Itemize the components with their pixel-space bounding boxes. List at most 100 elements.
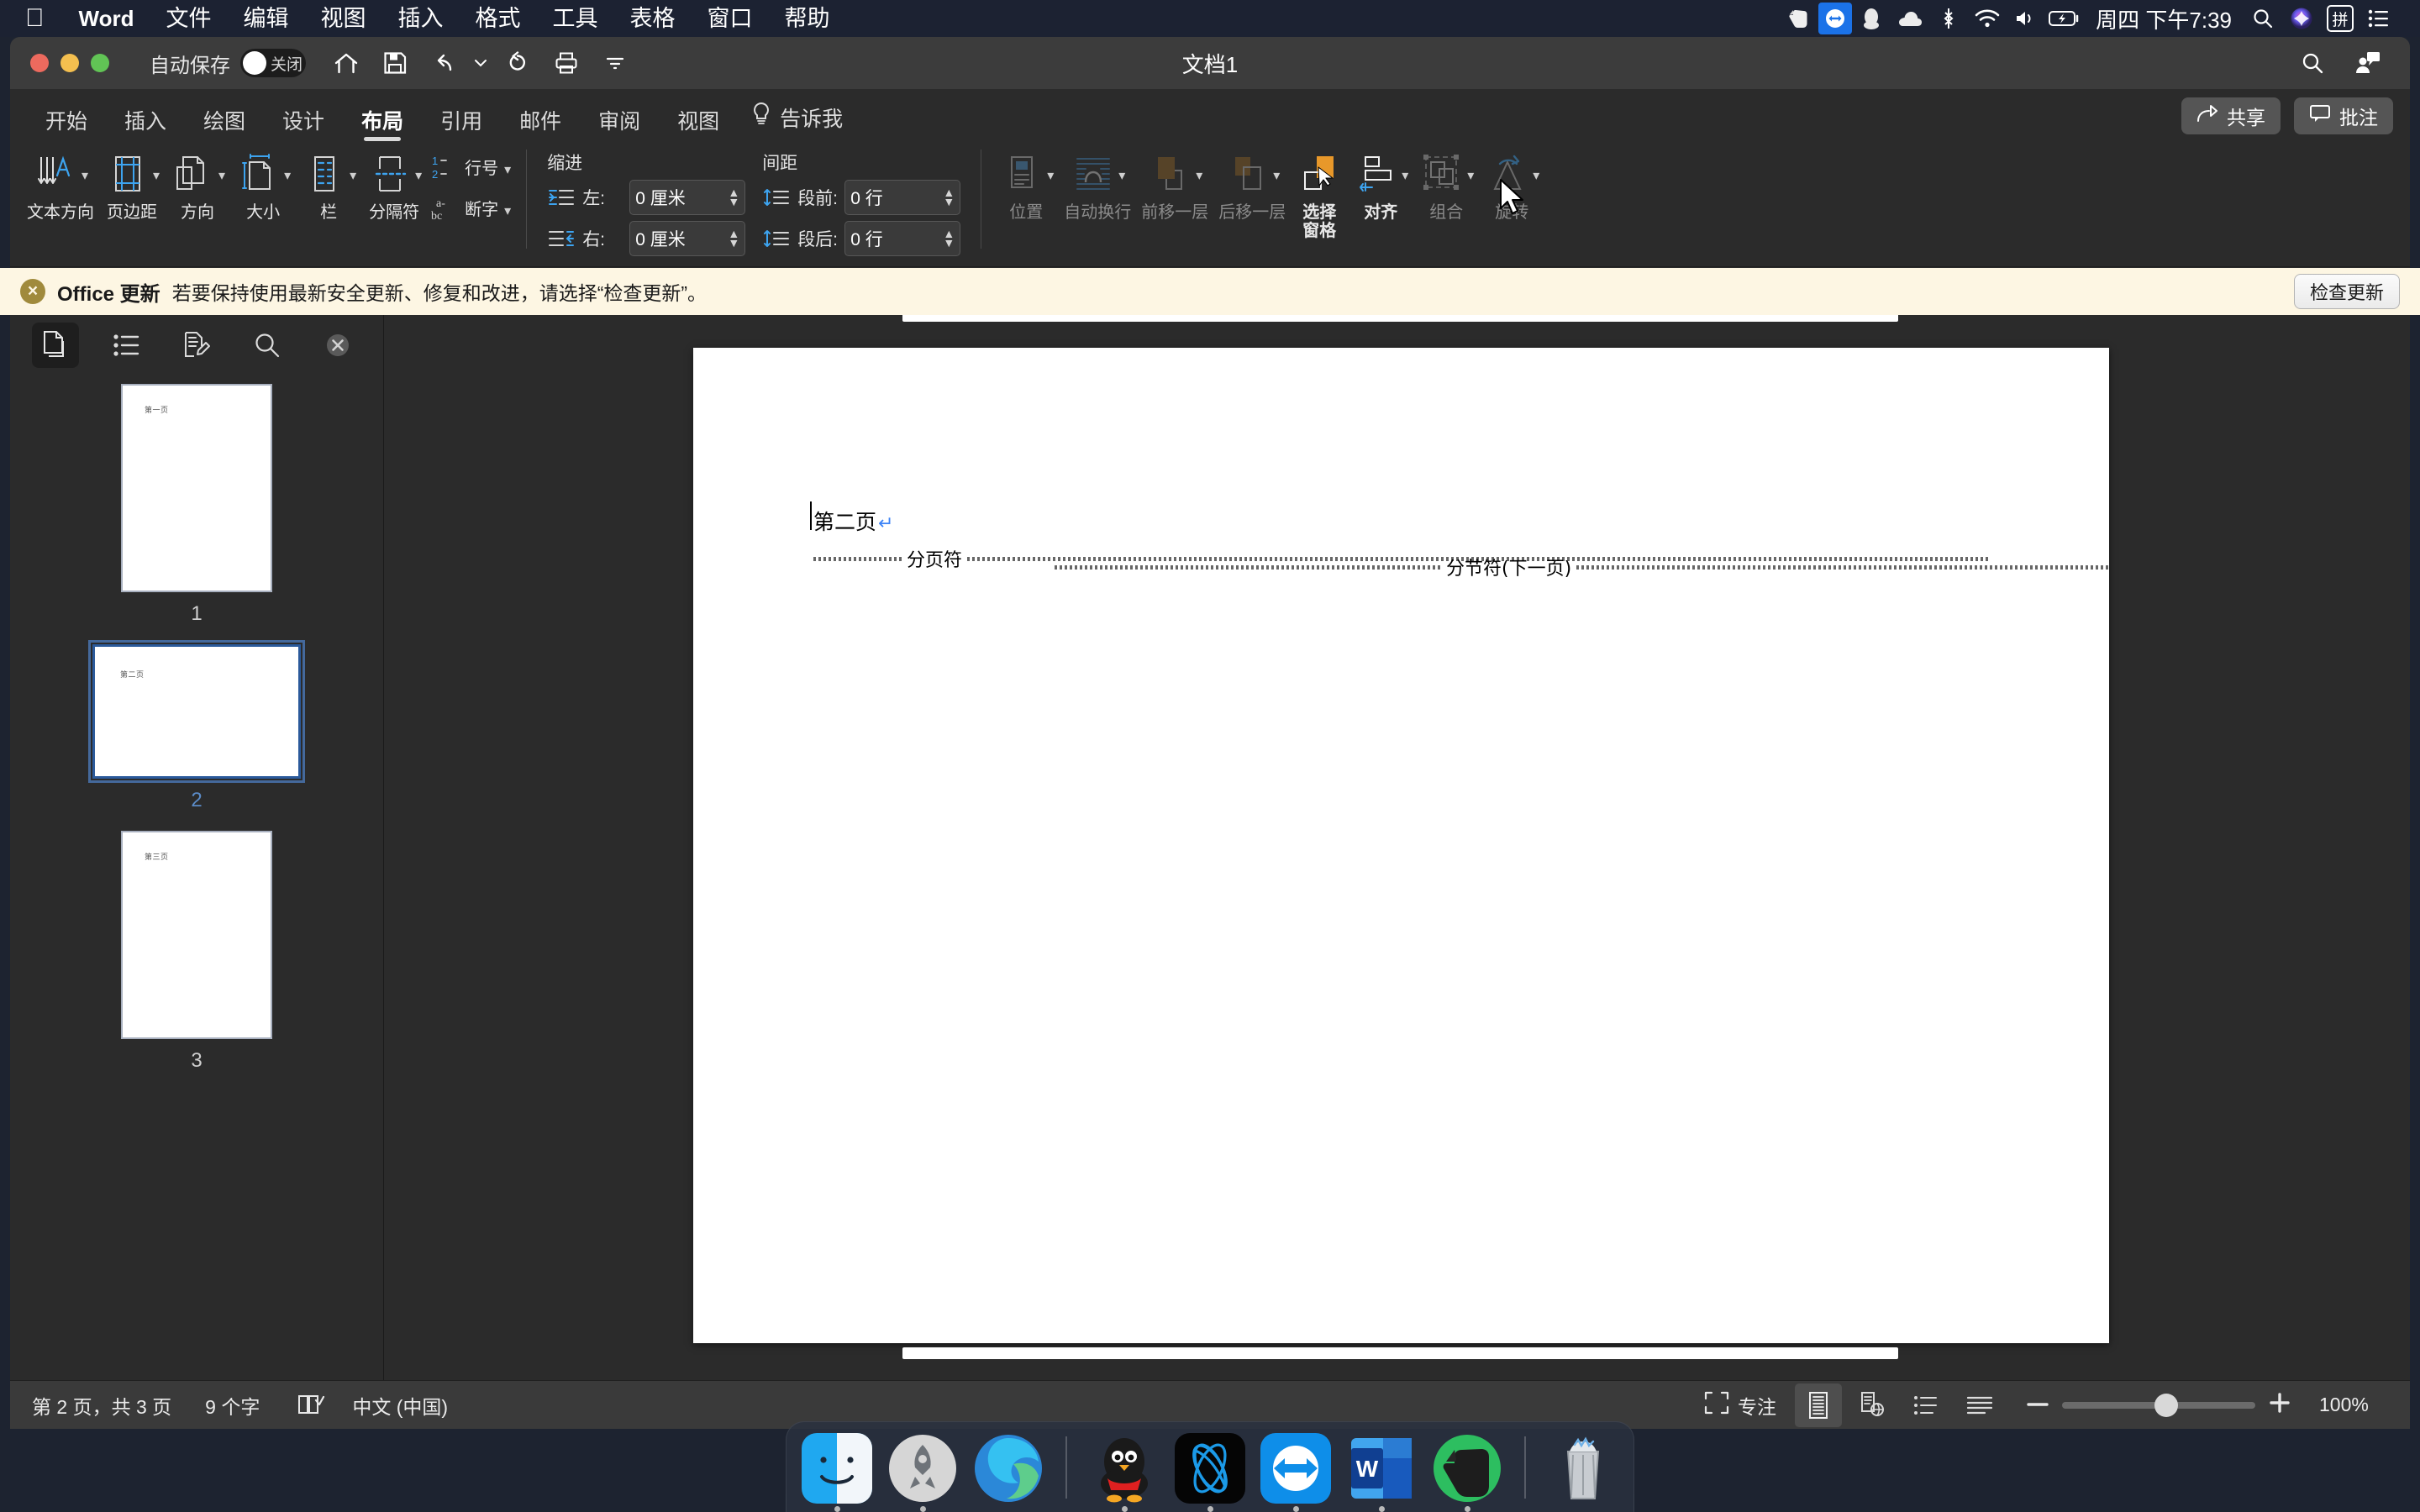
breaks-button[interactable]: ▾ 分隔符 bbox=[361, 146, 427, 222]
microsoft-edge-icon[interactable] bbox=[973, 1433, 1044, 1504]
tab-home[interactable]: 开始 bbox=[27, 112, 106, 141]
chevron-down-icon[interactable]: ▾ bbox=[415, 167, 422, 184]
chevron-down-icon[interactable]: ▾ bbox=[218, 167, 225, 184]
plus-icon[interactable] bbox=[2269, 1392, 2291, 1418]
save-icon[interactable] bbox=[373, 41, 417, 85]
wrap-text-button[interactable]: ▾ 自动换行 bbox=[1059, 146, 1136, 222]
send-backward-button[interactable]: ▾ 后移一层 bbox=[1213, 146, 1291, 222]
bring-forward-button[interactable]: ▾ 前移一层 bbox=[1136, 146, 1213, 222]
tell-me-control[interactable]: 告诉我 bbox=[738, 102, 856, 141]
chevron-down-icon[interactable]: ▾ bbox=[504, 161, 511, 178]
minimize-window-button[interactable] bbox=[60, 54, 79, 72]
zoom-level-label[interactable]: 100% bbox=[2319, 1394, 2388, 1416]
print-layout-view-button[interactable] bbox=[1795, 1383, 1842, 1427]
document-page[interactable]: 第二页 ↵ 分页符 分节符(下一页) bbox=[693, 348, 2109, 1343]
tab-mailings[interactable]: 邮件 bbox=[501, 112, 580, 141]
menu-item-table[interactable]: 表格 bbox=[613, 0, 691, 37]
text-direction-button[interactable]: ▾ 文本方向 bbox=[22, 146, 99, 222]
focus-mode-button[interactable]: 专注 bbox=[1704, 1391, 1776, 1420]
customize-toolbar-icon[interactable] bbox=[593, 41, 637, 85]
comments-button[interactable]: 批注 bbox=[2294, 97, 2393, 134]
document-body-text[interactable]: 第二页 ↵ bbox=[813, 506, 893, 536]
maximize-window-button[interactable] bbox=[91, 54, 109, 72]
search-icon[interactable] bbox=[244, 323, 291, 368]
proofing-check-icon[interactable] bbox=[293, 1388, 329, 1423]
tab-references[interactable]: 引用 bbox=[422, 112, 501, 141]
trash-icon[interactable] bbox=[1548, 1433, 1618, 1504]
word-count[interactable]: 9 个字 bbox=[205, 1391, 260, 1420]
columns-button[interactable]: ▾ 栏 bbox=[296, 146, 361, 222]
selection-pane-button[interactable]: 选择 窗格 bbox=[1291, 146, 1348, 241]
qq-penguin-icon[interactable] bbox=[1852, 0, 1891, 37]
chevron-down-icon[interactable]: ▾ bbox=[82, 167, 88, 184]
indent-right-input[interactable]: 0 厘米 ▲ ▼ bbox=[629, 221, 746, 256]
zoom-slider-handle[interactable] bbox=[2154, 1393, 2178, 1417]
web-layout-view-button[interactable] bbox=[1849, 1383, 1896, 1427]
page-indicator[interactable]: 第 2 页，共 3 页 bbox=[32, 1391, 171, 1420]
share-button[interactable]: 共享 bbox=[2181, 97, 2281, 134]
dock-item-edge[interactable] bbox=[971, 1433, 1045, 1512]
rotate-objects-button[interactable]: ▾ 旋转 bbox=[1479, 146, 1544, 222]
chevron-down-icon[interactable]: ▾ bbox=[1196, 167, 1202, 184]
indent-left-stepper[interactable]: ▲ ▼ bbox=[728, 186, 739, 207]
chevron-down-icon[interactable]: ▾ bbox=[504, 202, 511, 219]
tab-layout[interactable]: 布局 bbox=[343, 112, 422, 141]
evernote-icon[interactable] bbox=[1432, 1433, 1502, 1504]
chevron-down-icon[interactable]: ▾ bbox=[1467, 167, 1474, 184]
close-window-button[interactable] bbox=[30, 54, 49, 72]
finder-icon[interactable] bbox=[802, 1433, 872, 1504]
menu-item-insert[interactable]: 插入 bbox=[381, 0, 459, 37]
input-method-icon[interactable]: 拼 bbox=[2321, 0, 2360, 37]
space-before-input[interactable]: 0 行 ▲ ▼ bbox=[844, 180, 961, 215]
dock-item-trash[interactable] bbox=[1546, 1433, 1620, 1512]
siri-icon[interactable] bbox=[2282, 0, 2321, 37]
print-icon[interactable] bbox=[544, 41, 588, 85]
check-for-updates-button[interactable]: 检查更新 bbox=[2293, 274, 2400, 309]
thumbnails-pane-icon[interactable] bbox=[32, 323, 79, 368]
teamviewer-icon[interactable] bbox=[1260, 1433, 1331, 1504]
dock-item-teamviewer[interactable] bbox=[1259, 1433, 1333, 1512]
menu-item-file[interactable]: 文件 bbox=[150, 0, 227, 37]
page-thumbnails-list[interactable]: 第一页 1 第二页 2 第三页 3 bbox=[10, 375, 383, 1380]
search-icon[interactable] bbox=[2291, 41, 2334, 85]
search-icon[interactable] bbox=[2244, 0, 2282, 37]
space-after-input[interactable]: 0 行 ▲ ▼ bbox=[844, 221, 961, 256]
menu-item-window[interactable]: 窗口 bbox=[691, 0, 768, 37]
teamviewer-icon[interactable] bbox=[1818, 3, 1853, 34]
tab-view[interactable]: 视图 bbox=[659, 112, 738, 141]
chevron-down-icon[interactable]: ▾ bbox=[1402, 167, 1408, 184]
tab-review[interactable]: 审阅 bbox=[580, 112, 659, 141]
thumbnail-item-2[interactable]: 第二页 2 bbox=[10, 640, 383, 812]
orientation-button[interactable]: ▾ 方向 bbox=[165, 146, 230, 222]
tab-insert[interactable]: 插入 bbox=[106, 112, 185, 141]
position-button[interactable]: ▾ 位置 bbox=[993, 146, 1059, 222]
page-thumbnail-preview[interactable]: 第三页 bbox=[121, 831, 272, 1039]
group-objects-button[interactable]: ▾ 组合 bbox=[1413, 146, 1479, 222]
menu-app-name[interactable]: Word bbox=[63, 0, 150, 37]
cloud-icon[interactable] bbox=[1891, 0, 1929, 37]
page-size-button[interactable]: ▾ 大小 bbox=[230, 146, 296, 222]
dock-item-blue-swirl-app[interactable] bbox=[1173, 1433, 1247, 1512]
menu-item-edit[interactable]: 编辑 bbox=[227, 0, 304, 37]
menu-item-format[interactable]: 格式 bbox=[459, 0, 536, 37]
close-circle-icon[interactable]: × bbox=[20, 279, 45, 304]
page-thumbnail-preview-selected[interactable]: 第二页 bbox=[88, 640, 305, 783]
thumbnail-item-3[interactable]: 第三页 3 bbox=[10, 831, 383, 1073]
chevron-down-icon[interactable]: ▾ bbox=[1047, 167, 1054, 184]
chevron-down-icon[interactable]: ▾ bbox=[284, 167, 291, 184]
menu-item-view[interactable]: 视图 bbox=[304, 0, 381, 37]
thumbnail-item-1[interactable]: 第一页 1 bbox=[10, 384, 383, 626]
menu-item-help[interactable]: 帮助 bbox=[768, 0, 845, 37]
line-numbers-button[interactable]: 12 行号 ▾ bbox=[430, 153, 511, 186]
control-center-icon[interactable] bbox=[2360, 0, 2398, 37]
space-before-stepper[interactable]: ▲ ▼ bbox=[943, 186, 955, 207]
home-icon[interactable] bbox=[324, 41, 368, 85]
tab-draw[interactable]: 绘图 bbox=[185, 112, 264, 141]
outline-list-icon[interactable] bbox=[103, 323, 150, 368]
chevron-down-icon[interactable]: ▾ bbox=[1533, 167, 1539, 184]
chevron-down-icon[interactable]: ▾ bbox=[1273, 167, 1280, 184]
redo-icon[interactable] bbox=[496, 41, 539, 85]
dock-item-word[interactable]: W bbox=[1344, 1433, 1418, 1512]
chevron-down-icon[interactable]: ▾ bbox=[153, 167, 160, 184]
page-thumbnail-preview[interactable]: 第一页 bbox=[121, 384, 272, 592]
